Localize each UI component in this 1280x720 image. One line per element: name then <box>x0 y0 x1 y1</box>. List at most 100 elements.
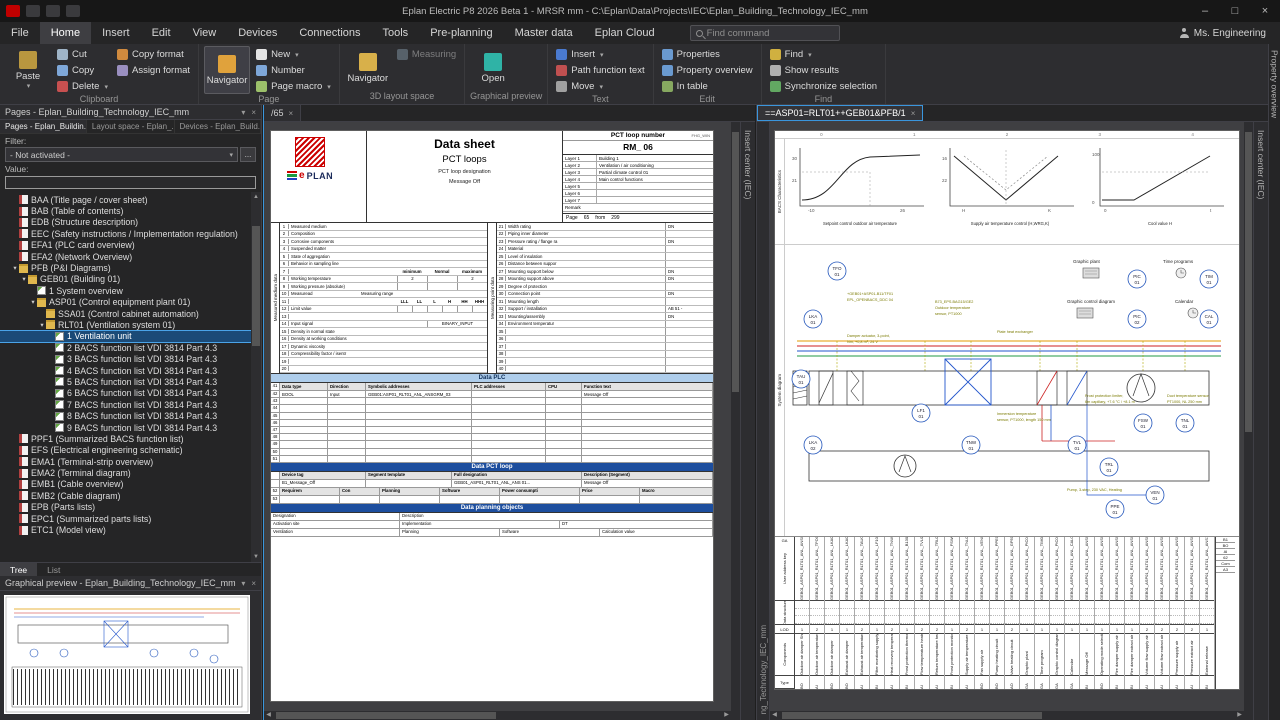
matrix-column[interactable]: GEB01_ASP01_RLT01_ANL_TVL012Flow tempera… <box>915 537 930 689</box>
cut-button[interactable]: Cut <box>54 47 111 62</box>
matrix-column[interactable]: GEB01_ASP01_RLT01_ANL_TIM011Time program… <box>1035 537 1050 689</box>
tab-datasheet[interactable]: /65 × <box>264 105 301 121</box>
ribbon-tab-tools[interactable]: Tools <box>372 22 420 44</box>
copy-button[interactable]: Copy <box>54 63 111 78</box>
tree-item[interactable]: PPF1 (Summarized BACS function list) <box>0 433 261 444</box>
ribbon-tab-master-data[interactable]: Master data <box>504 22 584 44</box>
vertical-scrollbar[interactable] <box>1244 122 1253 720</box>
tree-item[interactable]: BAA (Title page / cover sheet) <box>0 194 261 205</box>
tree-item[interactable]: EMA2 (Terminal diagram) <box>0 467 261 478</box>
ribbon-tab-file[interactable]: File <box>0 22 40 44</box>
datasheet-viewport[interactable]: FHG_WIN e PLAN Data sheet <box>264 122 731 720</box>
scroll-down-icon[interactable]: ▼ <box>251 552 261 562</box>
ribbon-tab-pre-planning[interactable]: Pre-planning <box>419 22 503 44</box>
navigator-button[interactable]: Navigator <box>204 46 250 94</box>
tree-item[interactable]: BAB (Table of contents) <box>0 205 261 216</box>
find-button[interactable]: Find▾ <box>767 47 880 62</box>
tree-item[interactable]: EFA2 (Network Overview) <box>0 251 261 262</box>
matrix-column[interactable]: GEB01_ASP01_RLT01_ANL_ANS082Pressure sup… <box>1170 537 1185 689</box>
user-account[interactable]: Ms. Engineering <box>1180 22 1266 44</box>
hscroll-thumb[interactable] <box>276 712 496 719</box>
hscroll-thumb[interactable] <box>782 712 1042 719</box>
tree-item[interactable]: SSA01 (Control cabinet automation) <box>0 308 261 319</box>
paste-button[interactable]: Paste▾ <box>5 46 51 94</box>
horizontal-scrollbar[interactable]: ◀ ▶ <box>770 711 1244 720</box>
vertical-scrollbar[interactable] <box>731 122 740 720</box>
insert-button[interactable]: Insert▾ <box>553 47 647 62</box>
measuring-button[interactable]: Measuring <box>394 47 459 62</box>
vscroll-thumb[interactable] <box>732 132 739 392</box>
matrix-column[interactable]: GEB01_ASP01_RLT01_ANL_GP5012Valve heatin… <box>1005 537 1020 689</box>
tree-item[interactable]: 1 System overview <box>0 285 261 296</box>
matrix-column[interactable]: GEB01_ASP01_RLT01_ANL_ANS031Operating mo… <box>1095 537 1110 689</box>
ribbon-tab-devices[interactable]: Devices <box>227 22 288 44</box>
move-button[interactable]: Move▾ <box>553 79 647 94</box>
matrix-column[interactable]: GEB01_ASP01_RLT01_ANL_ANS062Volume flow … <box>1140 537 1155 689</box>
matrix-column[interactable]: GEB01_ASP01_RLT01_ANL_PIC021Graphic cont… <box>1050 537 1065 689</box>
panel-tab-0[interactable]: Pages - Eplan_Buildin... <box>0 120 87 133</box>
ribbon-tab-view[interactable]: View <box>182 22 228 44</box>
number-button[interactable]: Number <box>253 63 334 78</box>
scroll-right-icon[interactable]: ▶ <box>1235 711 1244 720</box>
tab-pid[interactable]: ==ASP01=RLT01++GEB01&PFB/1 × <box>757 105 923 121</box>
undo-icon[interactable] <box>46 5 60 17</box>
expander-icon[interactable]: ▾ <box>29 298 37 306</box>
scroll-left-icon[interactable]: ◀ <box>264 711 273 720</box>
copy-format-button[interactable]: Copy format <box>114 47 193 62</box>
filter-ellipsis-button[interactable]: ... <box>240 147 256 162</box>
ribbon-tab-connections[interactable]: Connections <box>288 22 371 44</box>
matrix-column[interactable]: GEB01_ASP01_RLT01_ANL_LKA021Exhaust air … <box>840 537 855 689</box>
tree-item[interactable]: EPC1 (Summarized parts lists) <box>0 513 261 524</box>
tree-item[interactable]: EFA1 (PLC card overview) <box>0 240 261 251</box>
matrix-column[interactable]: GEB01_ASP01_RLT01_ANL_TFO012Outdoor air … <box>810 537 825 689</box>
value-input[interactable] <box>5 176 256 189</box>
matrix-column[interactable]: GEB01_ASP01_RLT01_ANL_ANS011Outdoor air … <box>795 537 810 689</box>
preview-thumbnail[interactable] <box>4 595 250 714</box>
new-button[interactable]: New▾ <box>253 47 334 62</box>
insert-center-strip[interactable]: Insert center (IEC) <box>740 122 755 720</box>
tree-item[interactable]: ▾GEB01 (Building 01) <box>0 274 261 285</box>
tab-list[interactable]: List <box>37 563 70 576</box>
navigator-button[interactable]: Navigator <box>345 46 391 91</box>
expander-icon[interactable]: ▾ <box>11 264 19 272</box>
tab-close-icon[interactable]: × <box>911 109 916 118</box>
matrix-column[interactable]: GEB01_ASP01_RLT01_ANL_ANS051Fire damper … <box>1125 537 1140 689</box>
matrix-column[interactable]: GEB01_ASP01_RLT01_ANL_PIC011Graphic plan… <box>1020 537 1035 689</box>
assign-format-button[interactable]: Assign format <box>114 63 193 78</box>
tree-scrollbar[interactable]: ▲ ▼ <box>251 192 261 562</box>
tab-close-icon[interactable]: × <box>289 109 294 118</box>
ribbon-tab-home[interactable]: Home <box>40 22 91 44</box>
pid-viewport[interactable]: 01234 BACS Characteristics 30 21 -10 26 <box>770 122 1244 720</box>
tree-item[interactable]: 1 Ventilation unit <box>0 331 261 342</box>
matrix-column[interactable]: GEB01_ASP01_RLT01_ANL_ANS092Pressure ext… <box>1185 537 1200 689</box>
matrix-column[interactable]: GEB01_ASP01_RLT01_ANL_TRL012Return tempe… <box>930 537 945 689</box>
matrix-column[interactable]: GEB01_ASP01_RLT01_ANL_TAU012Exhaust air … <box>855 537 870 689</box>
ribbon-tab-eplan-cloud[interactable]: Eplan Cloud <box>584 22 666 44</box>
panel-close-icon[interactable]: × <box>251 108 256 117</box>
scroll-left-icon[interactable]: ◀ <box>770 711 779 720</box>
property-overview-button[interactable]: Property overview <box>659 63 756 78</box>
page-macro-button[interactable]: Page macro▾ <box>253 79 334 94</box>
tree-item[interactable]: 2 BACS function list VDI 3814 Part 4.3 <box>0 342 261 353</box>
panel-tab-2[interactable]: Devices - Eplan_Build... <box>175 120 261 133</box>
save-icon[interactable] <box>26 5 40 17</box>
tree-item[interactable]: 9 BACS function list VDI 3814 Part 4.3 <box>0 422 261 433</box>
matrix-column[interactable]: GEB01_ASP01_RLT01_ANL_B13011Frost protec… <box>900 537 915 689</box>
tab-tree[interactable]: Tree <box>0 563 37 576</box>
delete-button[interactable]: Delete▾ <box>54 79 111 94</box>
panel-close-icon[interactable]: × <box>251 579 256 588</box>
redo-icon[interactable] <box>66 5 80 17</box>
tree-item[interactable]: EMA1 (Terminal-strip overview) <box>0 456 261 467</box>
open-button[interactable]: Open <box>470 46 516 91</box>
matrix-column[interactable]: GEB01_ASP01_RLT01_ANL_PPE011Pump heating… <box>990 537 1005 689</box>
tree-item[interactable]: 4 BACS function list VDI 3814 Part 4.3 <box>0 365 261 376</box>
matrix-column[interactable]: GEB01_ASP01_RLT01_ANL_ANS021Message OffB… <box>1080 537 1095 689</box>
path-function-text-button[interactable]: Path function text <box>553 63 647 78</box>
matrix-column[interactable]: GEB01_ASP01_RLT01_ANL_ANS072Volume flow … <box>1155 537 1170 689</box>
collapsed-panel-strip[interactable]: ng_Technology_IEC_mm <box>757 122 770 720</box>
vscroll-thumb[interactable] <box>1245 132 1252 432</box>
property-overview-strip[interactable]: Property overview <box>1268 44 1280 720</box>
tree-item[interactable]: 3 BACS function list VDI 3814 Part 4.3 <box>0 353 261 364</box>
properties-button[interactable]: Properties <box>659 47 756 62</box>
tree-item[interactable]: EDB (Structure description) <box>0 217 261 228</box>
